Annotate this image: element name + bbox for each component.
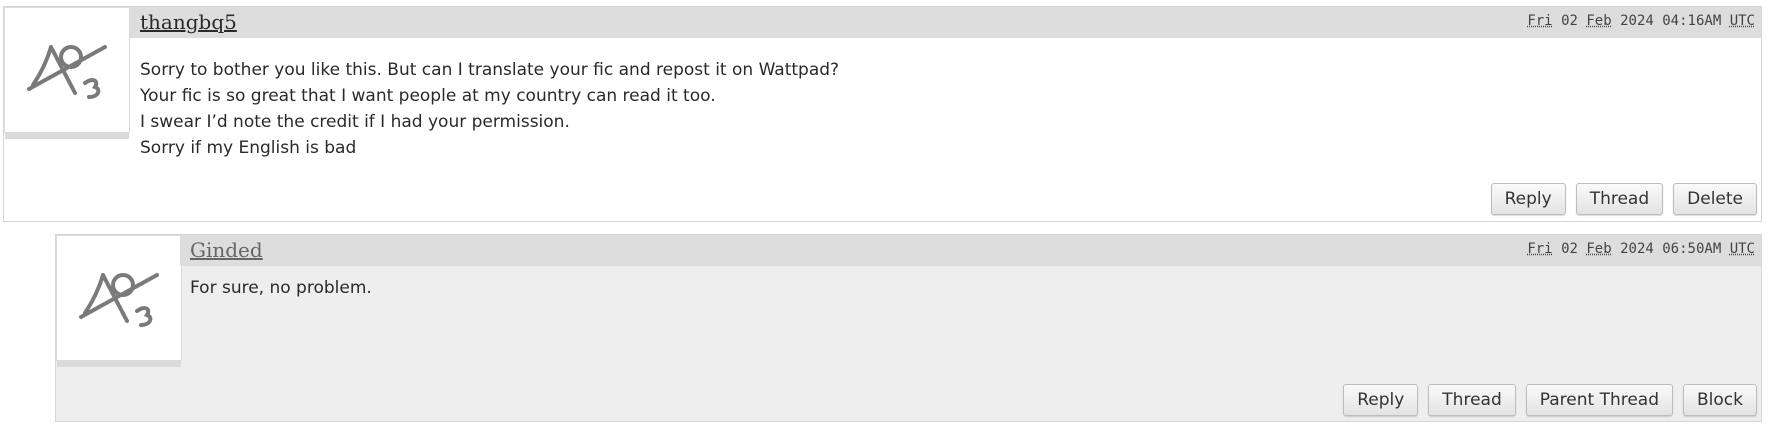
avatar[interactable] [56, 235, 182, 367]
comment-datetime: Fri 02 Feb 2024 04:16AM UTC [1527, 13, 1755, 29]
day: Fri [1527, 13, 1553, 29]
year: 2024 [1620, 13, 1654, 29]
year: 2024 [1620, 241, 1654, 257]
timezone: UTC [1729, 241, 1755, 257]
day: Fri [1527, 241, 1553, 257]
time: 06:50AM [1662, 241, 1722, 257]
comment-line: I swear I’d note the credit if I had you… [140, 112, 570, 132]
parent-thread-button[interactable]: Parent Thread [1525, 384, 1674, 416]
reply-button[interactable]: Reply [1490, 183, 1566, 215]
comment-actions: Reply Thread Delete [1490, 183, 1757, 215]
timezone: UTC [1729, 13, 1755, 29]
date: 02 [1561, 13, 1578, 29]
month: Feb [1586, 13, 1612, 29]
comment-datetime: Fri 02 Feb 2024 06:50AM UTC [1527, 241, 1755, 257]
reply-button[interactable]: Reply [1343, 384, 1419, 416]
time: 04:16AM [1662, 13, 1722, 29]
comment-body: For sure, no problem. [190, 275, 372, 301]
month: Feb [1586, 241, 1612, 257]
comment: thangbq5 Fri 02 Feb 2024 04:16AM UTC Sor… [3, 6, 1762, 222]
block-button[interactable]: Block [1683, 384, 1757, 416]
byline-link[interactable]: thangbq5 [140, 10, 237, 34]
comment-header: thangbq5 Fri 02 Feb 2024 04:16AM UTC [130, 7, 1761, 38]
default-avatar-icon [79, 273, 159, 327]
date: 02 [1561, 241, 1578, 257]
delete-button[interactable]: Delete [1673, 183, 1757, 215]
comment-line: Sorry if my English is bad [140, 138, 357, 158]
comment-line: Sorry to bother you like this. But can I… [140, 60, 840, 80]
default-avatar-icon [27, 45, 107, 99]
comment-actions: Reply Thread Parent Thread Block [1343, 384, 1757, 416]
avatar[interactable] [4, 7, 130, 139]
comment-body: Sorry to bother you like this. But can I… [140, 57, 839, 161]
comment-line: Your fic is so great that I want people … [140, 86, 716, 106]
comment-header: Ginded Fri 02 Feb 2024 06:50AM UTC [180, 235, 1761, 266]
reply-comment: Ginded Fri 02 Feb 2024 06:50AM UTC For s… [55, 234, 1762, 422]
thread-button[interactable]: Thread [1575, 183, 1664, 215]
comment-line: For sure, no problem. [190, 278, 372, 298]
byline-link[interactable]: Ginded [190, 238, 263, 262]
thread-button[interactable]: Thread [1428, 384, 1516, 416]
